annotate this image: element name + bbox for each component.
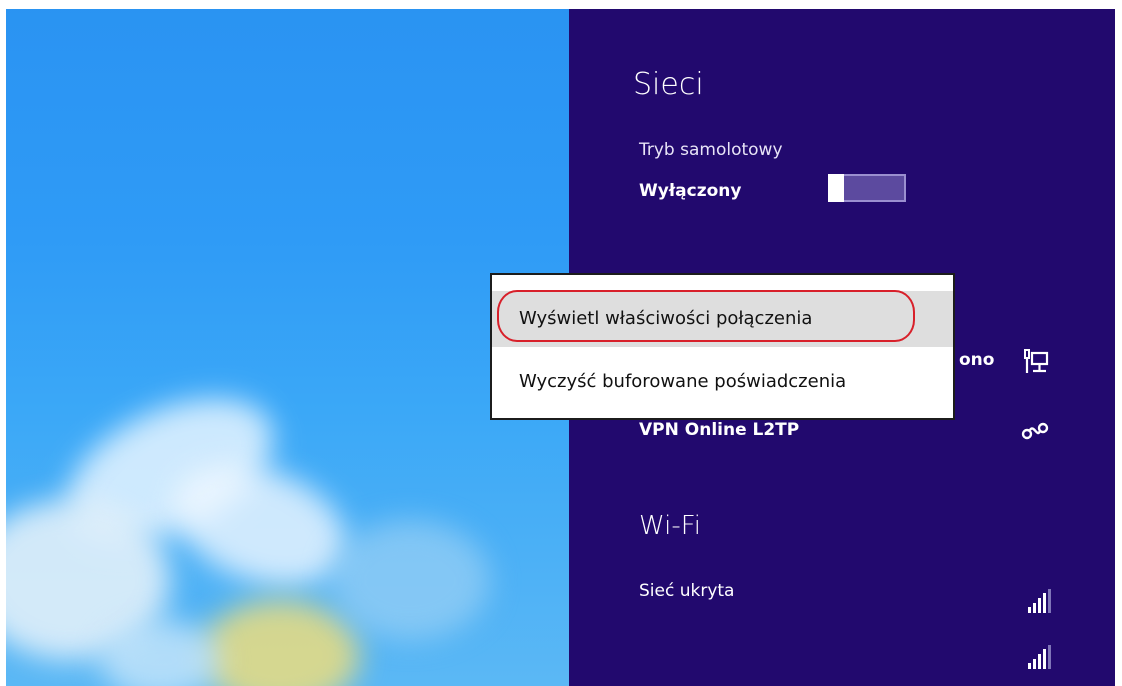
airplane-mode-toggle[interactable]: [828, 174, 906, 202]
wifi-signal-icon: [1026, 643, 1056, 673]
airplane-mode-label: Tryb samolotowy: [639, 140, 783, 160]
screenshot-border: [0, 0, 1122, 9]
connection-vpn[interactable]: VPN Online L2TP: [569, 414, 1115, 454]
airplane-mode-state: Wyłączony: [639, 181, 742, 201]
context-menu: Wyświetl właściwości połączenia Wyczyść …: [490, 273, 955, 420]
wifi-network-name: Sieć ukryta: [639, 581, 735, 601]
wifi-signal-icon: [1026, 587, 1056, 617]
screenshot-border: [1115, 0, 1122, 686]
menu-item-label: Wyczyść buforowane poświadczenia: [519, 371, 847, 392]
panel-title: Sieci: [633, 67, 704, 102]
connection-name: ono: [959, 350, 995, 370]
flower-petal: [330, 520, 490, 640]
wired-network-icon: [1021, 347, 1051, 377]
menu-item-label: Wyświetl właściwości połączenia: [519, 308, 813, 329]
vpn-icon: [1020, 417, 1050, 447]
flower-petal: [100, 620, 220, 686]
menu-item-view-connection-properties[interactable]: Wyświetl właściwości połączenia: [492, 291, 953, 347]
connection-name: VPN Online L2TP: [639, 420, 800, 440]
menu-item-clear-cached-credentials[interactable]: Wyczyść buforowane poświadczenia: [492, 354, 953, 410]
screenshot-border: [0, 0, 6, 686]
wifi-section-heading: Wi-Fi: [639, 511, 702, 541]
flower-center: [200, 600, 360, 686]
wifi-network-item[interactable]: Sieć ukryta: [569, 575, 1115, 615]
wifi-network-item[interactable]: [569, 639, 1115, 679]
toggle-thumb: [828, 174, 844, 202]
